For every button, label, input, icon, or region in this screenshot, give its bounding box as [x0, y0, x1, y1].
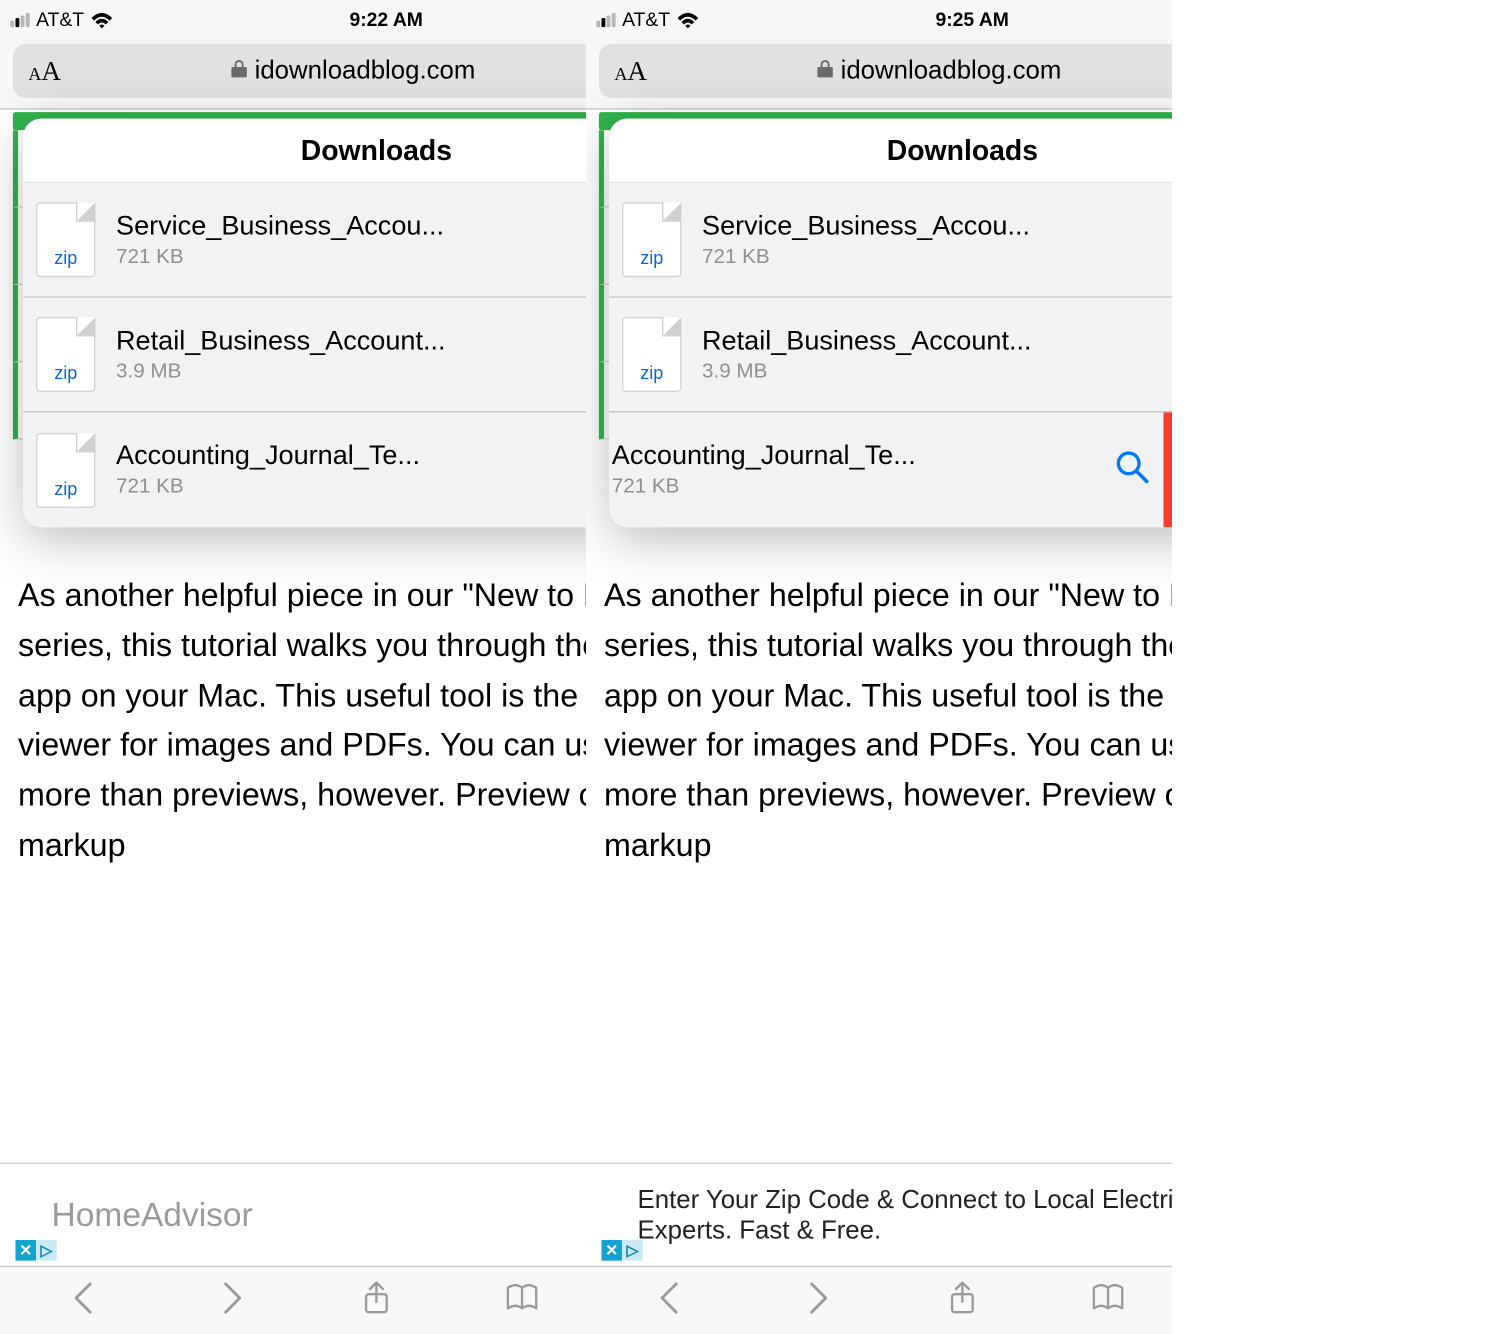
download-size: 721 KB [116, 246, 586, 269]
forward-button[interactable] [799, 1280, 835, 1323]
download-item[interactable]: zip Accounting_Journal_Te... 721 KB [23, 412, 586, 527]
ad-banner[interactable]: Enter Your Zip Code & Connect to Local E… [586, 1163, 1172, 1266]
download-size: 3.9 MB [116, 360, 586, 383]
ad-text: Enter Your Zip Code & Connect to Local E… [601, 1184, 1172, 1246]
download-size: 3.9 MB [702, 360, 1172, 383]
download-size: 721 KB [612, 476, 1172, 499]
file-type-icon: zip [36, 202, 95, 277]
download-item[interactable]: Accounting_Journal_Te... 721 KB Delete [609, 412, 1172, 527]
download-filename: Accounting_Journal_Te... [116, 441, 528, 472]
delete-button[interactable]: Delete [1163, 412, 1172, 527]
wifi-icon [677, 11, 700, 29]
downloads-list: zip Service_Business_Accou... 721 KB zip… [23, 183, 586, 527]
signal-bars-icon [596, 13, 615, 27]
carrier-label: AT&T [36, 9, 84, 31]
ad-text: HomeAdvisor [15, 1195, 586, 1235]
clock: 9:25 AM [935, 9, 1008, 31]
download-item[interactable]: zip Service_Business_Accou... 721 KB [23, 183, 586, 298]
file-type-icon: zip [622, 202, 681, 277]
reveal-in-files-button[interactable] [1114, 449, 1150, 492]
share-button[interactable] [358, 1280, 394, 1323]
downloads-popover: Downloads Clear zip Service_Business_Acc… [609, 119, 1172, 528]
url-text: idownloadblog.com [255, 56, 476, 86]
back-button[interactable] [654, 1280, 690, 1323]
back-button[interactable] [68, 1280, 104, 1323]
download-item[interactable]: zip Retail_Business_Account... 3.9 MB [23, 298, 586, 413]
popover-title: Downloads [301, 133, 452, 167]
address-bar-row: AA idownloadblog.com [0, 36, 586, 109]
download-item[interactable]: zip Service_Business_Accou... 721 KB [609, 183, 1172, 298]
text-size-button[interactable]: AA [614, 55, 647, 87]
bottom-toolbar [0, 1266, 586, 1334]
download-filename: Service_Business_Accou... [116, 211, 528, 242]
lock-icon [816, 56, 833, 86]
download-filename: Retail_Business_Account... [702, 325, 1114, 356]
text-size-button[interactable]: AA [28, 55, 61, 87]
download-item[interactable]: zip Retail_Business_Account... 3.9 MB [609, 298, 1172, 413]
download-filename: Accounting_Journal_Te... [612, 441, 973, 472]
popover-title: Downloads [887, 133, 1038, 167]
clock: 9:22 AM [349, 9, 422, 31]
bookmarks-button[interactable] [1090, 1280, 1126, 1323]
lock-icon [230, 56, 247, 86]
address-bar[interactable]: AA idownloadblog.com [599, 44, 1172, 98]
share-button[interactable] [944, 1280, 980, 1323]
forward-button[interactable] [213, 1280, 249, 1323]
file-type-icon: zip [36, 432, 95, 507]
file-type-icon: zip [622, 317, 681, 392]
status-bar: AT&T 9:25 AM 92% [586, 0, 1172, 36]
url-text: idownloadblog.com [841, 56, 1062, 86]
file-type-icon: zip [36, 317, 95, 392]
download-filename: Retail_Business_Account... [116, 325, 528, 356]
downloads-popover: Downloads Clear zip Service_Business_Acc… [23, 119, 586, 528]
download-size: 721 KB [702, 246, 1172, 269]
signal-bars-icon [10, 13, 29, 27]
bottom-toolbar [586, 1266, 1172, 1334]
bookmarks-button[interactable] [504, 1280, 540, 1323]
downloads-list: zip Service_Business_Accou... 721 KB zip… [609, 183, 1172, 527]
ad-banner[interactable]: HomeAdvisor ✕ ✕▷ [0, 1163, 586, 1266]
adchoices-icon[interactable]: ✕▷ [601, 1240, 642, 1261]
address-bar[interactable]: AA idownloadblog.com [13, 44, 586, 98]
carrier-label: AT&T [622, 9, 670, 31]
article-text: As another helpful piece in our "New to … [0, 553, 586, 871]
status-bar: AT&T 9:22 AM 93% [0, 0, 586, 36]
download-filename: Service_Business_Accou... [702, 211, 1114, 242]
download-size: 721 KB [116, 476, 586, 499]
address-bar-row: AA idownloadblog.com [586, 36, 1172, 109]
wifi-icon [91, 11, 114, 29]
adchoices-icon[interactable]: ✕▷ [15, 1240, 56, 1261]
article-text: As another helpful piece in our "New to … [586, 553, 1172, 871]
